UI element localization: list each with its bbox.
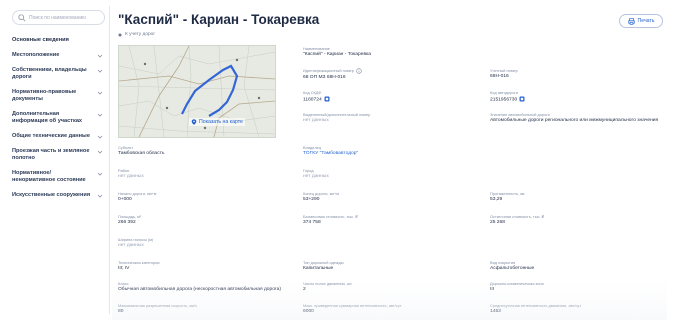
sidebar-item-label: Собственники, владельцы дороги bbox=[12, 67, 87, 80]
print-button[interactable]: Печать bbox=[619, 14, 663, 28]
show-on-map-label: Показать на карте bbox=[199, 119, 243, 125]
field-area: Площадь, м² 266 392 bbox=[118, 214, 142, 225]
field-name: Наименование "Каспий" - Кариан - Токарев… bbox=[303, 46, 372, 57]
sidebar: Поиск по наименованию Основные сведения М… bbox=[6, 6, 110, 314]
field-city: Город нет данных bbox=[303, 168, 329, 179]
field-end: Конец дороги, км+м 53+290 bbox=[303, 191, 339, 202]
field-class: Значение автомобильной дороги Автомобиль… bbox=[490, 112, 659, 123]
print-label: Печать bbox=[637, 18, 655, 24]
page-title: "Каспий" - Кариан - Токаревка bbox=[118, 12, 320, 27]
sidebar-item[interactable]: Искусственные сооружения bbox=[6, 188, 109, 203]
sidebar-item-label: Нормативно-правовые документы bbox=[12, 89, 77, 102]
field-district: Район нет данных bbox=[118, 168, 144, 179]
subtitle-text: К учету дорог bbox=[125, 32, 156, 37]
field-start: Начало дороги, км+м 0+000 bbox=[118, 191, 157, 202]
chevron-down-icon bbox=[97, 135, 103, 139]
sidebar-item-label: Основные сведения bbox=[12, 37, 69, 43]
sidebar-item-label: Искусственные сооружения bbox=[12, 192, 91, 198]
field-account: Учетный номер 68Н-016 bbox=[490, 68, 518, 79]
copy-icon[interactable] bbox=[324, 96, 330, 102]
map-pin-icon bbox=[191, 119, 197, 125]
sidebar-item-label: Местоположение bbox=[12, 52, 60, 58]
sidebar-item[interactable]: Собственники, владельцы дороги bbox=[6, 63, 109, 85]
bullet-icon bbox=[118, 33, 122, 36]
copy-icon[interactable] bbox=[519, 96, 525, 102]
search-icon bbox=[18, 13, 26, 22]
sidebar-item[interactable]: Нормативно-правовые документы bbox=[6, 85, 109, 107]
chevron-down-icon bbox=[97, 172, 103, 176]
sidebar-item-label: Общие технические данные bbox=[12, 133, 90, 139]
chevron-down-icon bbox=[97, 150, 103, 154]
sidebar-item[interactable]: Основные сведения bbox=[6, 33, 109, 48]
chevron-down-icon bbox=[97, 91, 103, 95]
main-content: "Каспий" - Кариан - Токаревка К учету до… bbox=[112, 6, 667, 320]
field-intensity: Макс. приведенная суммарная интенсивност… bbox=[303, 303, 402, 314]
field-ident: Идентификационный номер 68 ОП МЗ 68Н-016 bbox=[303, 68, 463, 81]
sidebar-item-label: Нормативное/ ненормативное состояние bbox=[12, 170, 86, 183]
field-type: Класс Обычная автомобильная дорога (неск… bbox=[118, 281, 281, 292]
field-subject: Субъект Тамбовская область bbox=[118, 145, 165, 156]
sidebar-item-label: Дополнительная информация об участках bbox=[12, 111, 83, 124]
chevron-down-icon bbox=[97, 194, 103, 198]
field-speed: Максимальная разрешенная скорость, км/ч … bbox=[118, 303, 197, 314]
page-frame: Поиск по наименованию Основные сведения М… bbox=[0, 0, 673, 320]
map-preview[interactable]: Показать на карте bbox=[118, 45, 276, 138]
sidebar-item[interactable]: Проезжая часть и земляное полотно bbox=[6, 144, 109, 166]
field-width: Ширина полосы (м) нет данных bbox=[118, 237, 154, 248]
search-input[interactable]: Поиск по наименованию bbox=[12, 10, 105, 25]
field-zone: Дорожно-климатическая зона III bbox=[490, 281, 544, 292]
field-cover: Вид покрытия Асфальтобетонные bbox=[490, 260, 535, 271]
field-length: Протяженность, км 53,29 bbox=[490, 191, 525, 202]
field-asset: Код автодороги 2151956730 bbox=[490, 90, 650, 104]
field-surface: Тип дорожной одежды Капитальные bbox=[303, 260, 344, 271]
search-placeholder: Поиск по наименованию bbox=[29, 14, 86, 21]
sidebar-item-label: Проезжая часть и земляное полотно bbox=[12, 148, 90, 161]
field-avg-intensity: Среднесуточная интенсивность движения, а… bbox=[490, 303, 582, 314]
field-ugdd: Код СКДФ 1160724 bbox=[303, 90, 463, 104]
subtitle-link[interactable]: К учету дорог bbox=[118, 32, 155, 37]
sidebar-item[interactable]: Общие технические данные bbox=[6, 129, 109, 144]
owner-link[interactable]: ТОГКУ "Тамбовавтодор" bbox=[303, 151, 463, 157]
field-extra: Выделенный/дополнительный номер нет данн… bbox=[303, 112, 371, 123]
chevron-down-icon bbox=[97, 69, 103, 73]
sidebar-item[interactable]: Дополнительная информация об участках bbox=[6, 107, 109, 129]
field-balance: Балансовая стоимость, тыс. ₽ 374 758 bbox=[303, 214, 358, 225]
field-category: Техническая категория III; IV bbox=[118, 260, 160, 271]
show-on-map-button[interactable]: Показать на карте bbox=[189, 118, 245, 126]
field-lanes: Число полос движения, шт. 2 bbox=[303, 281, 353, 292]
printer-icon bbox=[627, 17, 635, 25]
chevron-down-icon bbox=[97, 54, 103, 58]
field-residual: Остаточная стоимость, тыс. ₽ 25 268 bbox=[490, 214, 545, 225]
sidebar-item[interactable]: Нормативное/ ненормативное состояние bbox=[6, 166, 109, 188]
chevron-down-icon bbox=[97, 113, 103, 117]
info-icon[interactable] bbox=[356, 68, 362, 74]
sidebar-item[interactable]: Местоположение bbox=[6, 48, 109, 63]
field-owner: Владелец ТОГКУ "Тамбовавтодор" bbox=[303, 145, 463, 157]
